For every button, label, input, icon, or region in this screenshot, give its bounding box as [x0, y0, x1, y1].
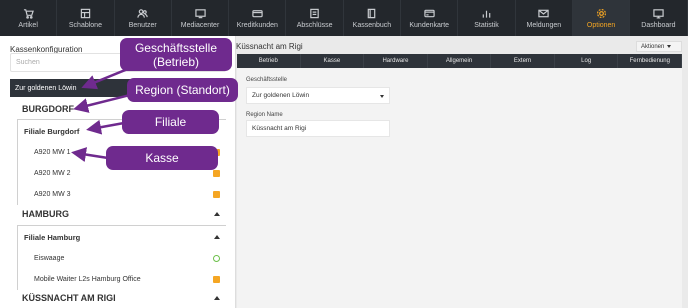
nav-kreditkunden[interactable]: Kreditkunden: [229, 0, 287, 36]
status-warning-icon: [213, 191, 220, 198]
status-ok-icon: [213, 255, 220, 262]
nav-label: Statistik: [474, 22, 499, 29]
geschaeftsstelle-label: Geschäftsstelle: [246, 77, 288, 83]
nav-meldungen[interactable]: Meldungen: [516, 0, 573, 36]
kasse-label: A920 MW 1: [34, 149, 71, 156]
company-label: Zur goldenen Löwin: [15, 84, 77, 92]
nav-label: Meldungen: [526, 22, 562, 29]
top-navigation: Artikel Schablone Benutzer Mediacenter K…: [0, 0, 688, 36]
users-icon: [137, 7, 149, 19]
credit-card-icon: [251, 7, 263, 19]
geschaeftsstelle-value: Zur goldenen Löwin: [252, 92, 310, 99]
nav-benutzer[interactable]: Benutzer: [115, 0, 172, 36]
nav-label: Artikel: [18, 22, 38, 29]
callout-geschaeftsstelle: Geschäftsstelle (Betrieb): [120, 38, 232, 71]
nav-schablone[interactable]: Schablone: [57, 0, 115, 36]
template-icon: [79, 7, 91, 19]
callout-filiale: Filiale: [122, 110, 219, 134]
nav-label: Kundenkarte: [409, 22, 450, 29]
nav-label: Kreditkunden: [236, 22, 278, 29]
region-name-input[interactable]: Küssnacht am Rigi: [246, 120, 390, 137]
nav-label: Schablone: [68, 22, 102, 29]
tab-kasse[interactable]: Kasse: [301, 54, 365, 68]
gear-icon: [595, 7, 607, 19]
kasse-label: A920 MW 2: [34, 170, 71, 177]
chevron-down-icon: [667, 45, 672, 48]
filiale-label: Filiale Hamburg: [24, 232, 81, 242]
actions-label: Aktionen: [641, 43, 665, 50]
filiale-label: Filiale Burgdorf: [24, 126, 80, 136]
geschaeftsstelle-select[interactable]: Zur goldenen Löwin: [246, 87, 390, 104]
page-title: Küssnacht am Rigi: [236, 42, 303, 51]
region-item-kuessnacht[interactable]: KÜSSNACHT AM RIGI: [10, 288, 226, 308]
nav-kundenkarte[interactable]: Kundenkarte: [401, 0, 459, 36]
nav-mediacenter[interactable]: Mediacenter: [172, 0, 230, 36]
callout-region: Region (Standort): [127, 78, 238, 102]
kasse-label: Eiswaage: [34, 255, 65, 262]
nav-label: Benutzer: [128, 22, 157, 29]
nav-label: Optionen: [586, 22, 616, 29]
kasse-item[interactable]: Eiswaage: [18, 248, 226, 269]
actions-dropdown[interactable]: Aktionen: [636, 41, 682, 52]
status-warning-icon: [213, 276, 220, 283]
nav-label: Kassenbuch: [352, 22, 392, 29]
messages-icon: [538, 7, 550, 19]
status-warning-icon: [213, 170, 220, 177]
callout-kasse: Kasse: [106, 146, 218, 170]
chevron-down-icon: [380, 95, 384, 98]
nav-label: Mediacenter: [180, 22, 220, 29]
region-name-value: Küssnacht am Rigi: [252, 125, 307, 132]
tab-bar: Betrieb Kasse Hardware Allgemein Extern …: [237, 54, 683, 68]
chevron-up-icon[interactable]: [214, 296, 220, 300]
media-icon: [194, 7, 206, 19]
region-label: KÜSSNACHT AM RIGI: [22, 293, 116, 303]
cart-icon: [22, 7, 34, 19]
kasse-item[interactable]: A920 MW 3: [18, 184, 226, 205]
nav-label: Dashboard: [641, 22, 676, 29]
nav-statistik[interactable]: Statistik: [458, 0, 516, 36]
tab-betrieb[interactable]: Betrieb: [237, 54, 301, 68]
nav-abschluesse[interactable]: Abschlüsse: [286, 0, 344, 36]
nav-optionen[interactable]: Optionen: [572, 0, 631, 36]
dashboard-icon: [652, 7, 664, 19]
tab-hardware[interactable]: Hardware: [364, 54, 428, 68]
region-name-label: Region Name: [246, 112, 283, 118]
region-label: HAMBURG: [22, 209, 69, 219]
nav-dashboard[interactable]: Dashboard: [630, 0, 688, 36]
customer-card-icon: [423, 7, 435, 19]
statistics-icon: [481, 7, 493, 19]
region-label: BURGDORF: [22, 104, 74, 114]
tab-allgemein[interactable]: Allgemein: [428, 54, 492, 68]
nav-label: Abschlüsse: [296, 22, 333, 29]
cashbook-icon: [366, 7, 378, 19]
kasse-item[interactable]: Mobile Waiter L2s Hamburg Office: [18, 269, 226, 290]
form-area: Geschäftsstelle Zur goldenen Löwin Regio…: [237, 68, 682, 308]
kasse-label: Mobile Waiter L2s Hamburg Office: [34, 276, 141, 283]
filiale-group-hamburg: Filiale Hamburg Eiswaage Mobile Waiter L…: [17, 225, 226, 290]
chevron-up-icon[interactable]: [214, 212, 220, 216]
filiale-item-hamburg[interactable]: Filiale Hamburg: [18, 226, 226, 248]
kasse-label: A920 MW 3: [34, 191, 71, 198]
tab-extern[interactable]: Extern: [491, 54, 555, 68]
tab-log[interactable]: Log: [555, 54, 619, 68]
chevron-up-icon[interactable]: [214, 235, 220, 239]
tab-fernbedienung[interactable]: Fernbedienung: [618, 54, 683, 68]
nav-artikel[interactable]: Artikel: [0, 0, 58, 36]
nav-kassenbuch[interactable]: Kassenbuch: [344, 0, 402, 36]
region-item-hamburg[interactable]: HAMBURG: [10, 204, 226, 224]
closing-icon: [309, 7, 321, 19]
